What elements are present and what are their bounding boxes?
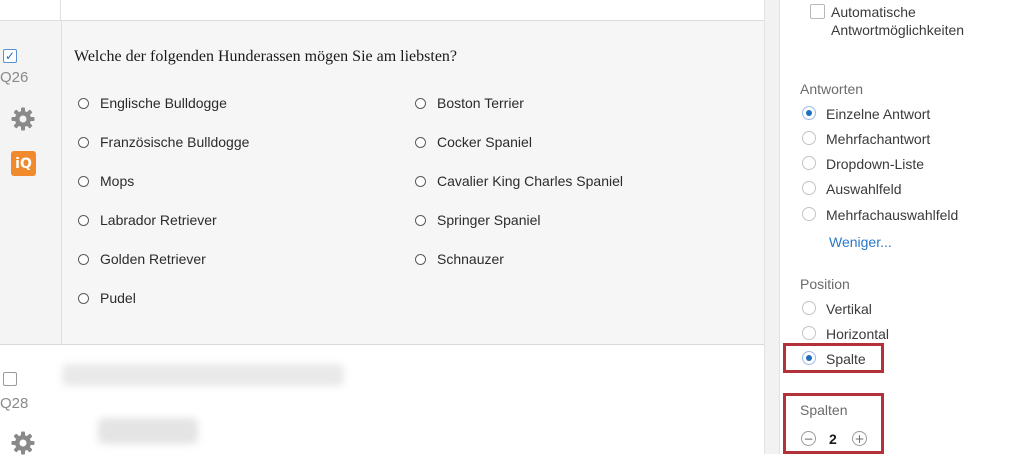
question-number: Q26 <box>0 69 29 86</box>
choice-boston-terrier[interactable]: Boston Terrier <box>415 95 524 111</box>
radio-icon[interactable] <box>78 253 89 265</box>
iq-icon[interactable]: iQ <box>11 151 36 176</box>
answer-type-radio-select-box[interactable] <box>802 181 816 195</box>
question-text[interactable]: Welche der folgenden Hunderassen mögen S… <box>74 48 457 66</box>
answer-type-select-box[interactable]: Auswahlfeld <box>826 181 902 197</box>
radio-icon[interactable] <box>78 214 89 226</box>
radio-icon[interactable] <box>78 175 89 187</box>
choice-cavalier-king-charles-spaniel[interactable]: Cavalier King Charles Spaniel <box>415 173 623 189</box>
panel-divider <box>764 0 780 454</box>
choice-golden-retriever[interactable]: Golden Retriever <box>78 251 206 267</box>
position-horizontal[interactable]: Horizontal <box>826 326 889 342</box>
choice-label: Mops <box>100 173 135 189</box>
radio-icon[interactable] <box>78 292 89 304</box>
position-radio-column[interactable] <box>802 351 816 365</box>
choice-englische-bulldogge[interactable]: Englische Bulldogge <box>78 95 227 111</box>
choice-label: Cavalier King Charles Spaniel <box>437 173 623 189</box>
choice-label: Schnauzer <box>437 251 504 267</box>
question-number: Q28 <box>0 395 29 412</box>
position-radio-horizontal[interactable] <box>802 326 816 340</box>
answer-type-multi-select-box[interactable]: Mehrfachauswahlfeld <box>826 207 958 223</box>
divider <box>60 0 61 20</box>
question-select-checkbox[interactable] <box>3 372 17 386</box>
answer-type-single[interactable]: Einzelne Antwort <box>826 106 930 122</box>
choice-label: Boston Terrier <box>437 95 524 111</box>
gear-icon[interactable] <box>10 430 36 456</box>
answer-type-radio-multi-select-box[interactable] <box>802 207 816 221</box>
answers-section-label: Antworten <box>800 81 864 97</box>
columns-increment-button[interactable]: + <box>852 431 867 446</box>
iq-label: iQ <box>15 155 32 172</box>
choice-label: Englische Bulldogge <box>100 95 227 111</box>
columns-value[interactable]: 2 <box>829 431 837 447</box>
minus-icon: − <box>803 431 814 446</box>
position-column[interactable]: Spalte <box>826 351 866 367</box>
auto-choices-checkbox[interactable] <box>810 4 825 19</box>
choice-label: Golden Retriever <box>100 251 206 267</box>
position-vertical[interactable]: Vertikal <box>826 301 872 317</box>
radio-icon[interactable] <box>415 175 426 187</box>
radio-icon[interactable] <box>415 214 426 226</box>
columns-section-label: Spalten <box>800 402 848 418</box>
choice-pudel[interactable]: Pudel <box>78 290 136 306</box>
answer-type-radio-dropdown[interactable] <box>802 156 816 170</box>
radio-icon[interactable] <box>415 97 426 109</box>
position-radio-vertical[interactable] <box>802 301 816 315</box>
blurred-choice <box>98 418 198 444</box>
choice-label: Springer Spaniel <box>437 212 541 228</box>
auto-choices-label-line1[interactable]: Automatische <box>831 4 916 20</box>
choice-label: Cocker Spaniel <box>437 134 532 150</box>
position-section-label: Position <box>800 276 850 292</box>
radio-icon[interactable] <box>78 97 89 109</box>
choice-springer-spaniel[interactable]: Springer Spaniel <box>415 212 541 228</box>
gear-icon[interactable] <box>10 106 36 132</box>
radio-icon[interactable] <box>415 136 426 148</box>
radio-icon[interactable] <box>415 253 426 265</box>
choice-labrador-retriever[interactable]: Labrador Retriever <box>78 212 217 228</box>
choice-schnauzer[interactable]: Schnauzer <box>415 251 504 267</box>
answer-type-radio-multiple[interactable] <box>802 131 816 145</box>
checkmark-icon: ✓ <box>4 49 16 63</box>
blurred-question-text <box>62 364 344 386</box>
question-select-checkbox[interactable]: ✓ <box>3 49 17 63</box>
show-less-link[interactable]: Weniger... <box>829 234 892 250</box>
answer-type-multiple[interactable]: Mehrfachantwort <box>826 131 930 147</box>
previous-question-card <box>0 0 764 21</box>
choice-mops[interactable]: Mops <box>78 173 134 189</box>
choice-label: Labrador Retriever <box>100 212 217 228</box>
answer-type-radio-single[interactable] <box>802 106 816 120</box>
radio-icon[interactable] <box>78 136 89 148</box>
auto-choices-label-line2[interactable]: Antwortmöglichkeiten <box>831 22 964 38</box>
question-content[interactable] <box>61 21 765 344</box>
choice-cocker-spaniel[interactable]: Cocker Spaniel <box>415 134 532 150</box>
answer-type-dropdown[interactable]: Dropdown-Liste <box>826 156 924 172</box>
choice-label: Französische Bulldogge <box>100 134 250 150</box>
choice-label: Pudel <box>100 290 136 306</box>
choice-franzoesische-bulldogge[interactable]: Französische Bulldogge <box>78 134 249 150</box>
columns-decrement-button[interactable]: − <box>801 431 816 446</box>
plus-icon: + <box>854 431 865 446</box>
